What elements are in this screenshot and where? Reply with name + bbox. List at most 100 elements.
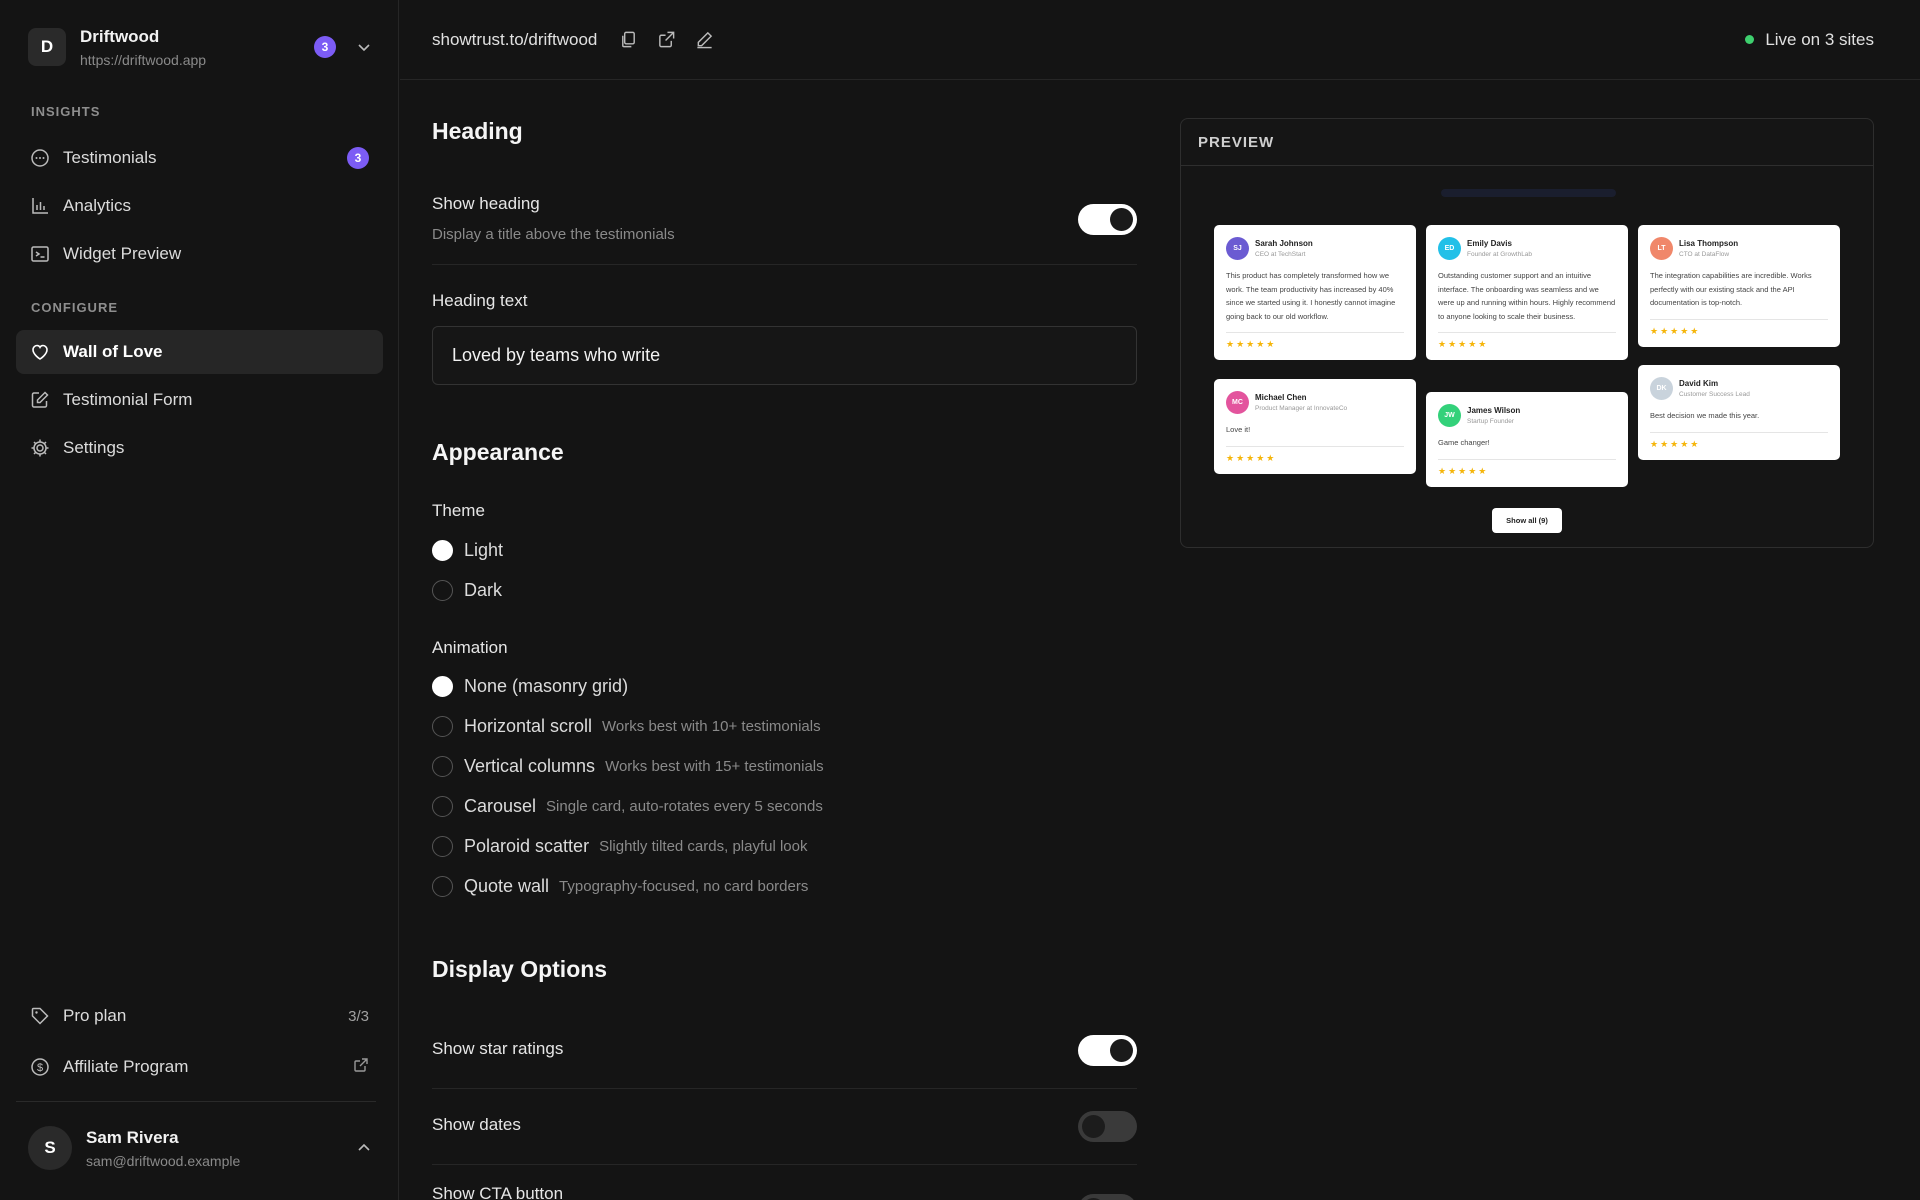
radio-label: Light <box>464 540 504 560</box>
toggle-knob <box>1110 1039 1133 1062</box>
divider <box>432 1164 1137 1165</box>
sidebar-item-widget-preview[interactable]: Widget Preview <box>16 232 383 276</box>
user-menu[interactable]: S Sam Rivera sam@driftwood.example <box>28 1124 372 1172</box>
card-divider <box>1438 458 1616 460</box>
card-text: Love it! <box>1226 425 1251 434</box>
testimonial-card: DK David Kim Customer Success Lead Best d… <box>1638 365 1840 460</box>
tag-icon <box>29 1005 51 1027</box>
testimonial-card: ED Emily Davis Founder at GrowthLab Outst… <box>1426 225 1628 360</box>
chevron-up-icon[interactable] <box>356 1140 372 1156</box>
live-status-label: Live on 3 sites <box>1765 29 1874 49</box>
radio-label: Vertical columns <box>464 756 596 776</box>
divider <box>432 264 1137 265</box>
radio[interactable] <box>432 796 453 817</box>
sidebar-item-testimonials[interactable]: Testimonials 3 <box>16 136 383 180</box>
user-email: sam@driftwood.example <box>86 1152 241 1169</box>
theme-option-dark[interactable]: Dark <box>432 580 502 601</box>
avatar: DK <box>1650 377 1673 400</box>
radio-checked[interactable] <box>432 540 453 561</box>
sidebar-item-affiliate[interactable]: $ Affiliate Program <box>16 1045 383 1089</box>
sidebar-item-wall-of-love[interactable]: Wall of Love <box>16 330 383 374</box>
show-cta-label: Show CTA button <box>432 1184 564 1200</box>
show-all-button[interactable]: Show all (9) <box>1492 508 1562 533</box>
heading-section-title: Heading <box>432 118 523 144</box>
radio[interactable] <box>432 580 453 601</box>
radio-hint: Slightly tilted cards, playful look <box>599 838 808 855</box>
external-link-icon[interactable] <box>655 29 677 51</box>
card-divider <box>1650 318 1828 320</box>
radio[interactable] <box>432 716 453 737</box>
sidebar-item-label: Testimonial Form <box>63 390 193 409</box>
sidebar-item-testimonial-form[interactable]: Testimonial Form <box>16 378 383 422</box>
animation-option-polaroid-scatter[interactable]: Polaroid scatter Slightly tilted cards, … <box>432 836 808 857</box>
heart-icon <box>29 341 51 363</box>
card-role: CEO at TechStart <box>1255 251 1306 258</box>
radio[interactable] <box>432 876 453 897</box>
card-author: James Wilson <box>1467 406 1521 415</box>
animation-option-horizontal-scroll[interactable]: Horizontal scroll Works best with 10+ te… <box>432 716 821 737</box>
sidebar-item-settings[interactable]: Settings <box>16 426 383 470</box>
sidebar-divider <box>16 1101 376 1102</box>
plan-usage: 3/3 <box>348 1007 369 1025</box>
configure-section-label: CONFIGURE <box>31 300 118 315</box>
show-heading-label: Show heading <box>432 194 540 213</box>
radio-label: Carousel <box>464 796 537 816</box>
preview-heading-placeholder <box>1441 189 1616 197</box>
theme-label: Theme <box>432 501 485 520</box>
testimonial-card: SJ Sarah Johnson CEO at TechStart This pr… <box>1214 225 1416 360</box>
show-dates-label: Show dates <box>432 1115 521 1134</box>
sidebar-item-analytics[interactable]: Analytics <box>16 184 383 228</box>
show-dates-toggle[interactable] <box>1078 1111 1137 1142</box>
copy-icon[interactable] <box>617 29 639 51</box>
show-star-ratings-toggle[interactable] <box>1078 1035 1137 1066</box>
testimonial-card: LT Lisa Thompson CTO at DataFlow The inte… <box>1638 225 1840 347</box>
testimonial-card: JW James Wilson Startup Founder Game chan… <box>1426 392 1628 487</box>
card-divider <box>1438 332 1616 333</box>
star-rating: ★★★★★ <box>1438 465 1489 476</box>
public-url[interactable]: showtrust.to/driftwood <box>432 30 597 50</box>
animation-option-carousel[interactable]: Carousel Single card, auto-rotates every… <box>432 796 823 817</box>
star-rating: ★★★★★ <box>1438 339 1489 349</box>
animation-option-none[interactable]: None (masonry grid) <box>432 676 628 697</box>
chevron-down-icon[interactable] <box>356 39 372 55</box>
sidebar-item-label: Widget Preview <box>63 244 182 263</box>
card-author: Emily Davis <box>1467 239 1512 248</box>
radio[interactable] <box>432 836 453 857</box>
heading-text-label: Heading text <box>432 291 528 310</box>
workspace-badge: 3 <box>314 36 336 58</box>
animation-option-vertical-columns[interactable]: Vertical columns Works best with 15+ tes… <box>432 756 824 777</box>
gear-icon <box>29 437 51 459</box>
animation-label: Animation <box>432 638 508 657</box>
card-author: David Kim <box>1679 379 1719 388</box>
card-divider <box>1650 431 1828 433</box>
toggle-knob <box>1110 208 1133 231</box>
heading-text-input[interactable]: Loved by teams who write <box>432 326 1137 385</box>
divider <box>432 1088 1137 1089</box>
sidebar-item-pro-plan[interactable]: Pro plan 3/3 <box>16 994 383 1038</box>
message-circle-icon <box>29 147 51 169</box>
card-author: Lisa Thompson <box>1679 239 1739 248</box>
star-rating: ★★★★★ <box>1226 339 1277 349</box>
testimonial-card: MC Michael Chen Product Manager at Innova… <box>1214 379 1416 474</box>
animation-option-quote-wall[interactable]: Quote wall Typography-focused, no card b… <box>432 876 808 897</box>
topbar: showtrust.to/driftwood Live on 3 sites <box>400 0 1920 80</box>
show-star-ratings-label: Show star ratings <box>432 1039 564 1058</box>
pencil-icon[interactable] <box>693 29 715 51</box>
radio[interactable] <box>432 756 453 777</box>
avatar: JW <box>1438 404 1461 427</box>
edit-icon <box>29 389 51 411</box>
show-heading-toggle[interactable] <box>1078 204 1137 235</box>
theme-option-light[interactable]: Light <box>432 540 503 561</box>
radio-label: Horizontal scroll <box>464 716 593 736</box>
radio-hint: Works best with 15+ testimonials <box>605 758 824 775</box>
insights-section-label: INSIGHTS <box>31 104 101 119</box>
appearance-section-title: Appearance <box>432 439 564 465</box>
bar-chart-icon <box>29 195 51 217</box>
radio-checked[interactable] <box>432 676 453 697</box>
sidebar-item-label: Wall of Love <box>63 342 163 361</box>
toggle-knob <box>1082 1115 1105 1138</box>
card-text: Outstanding customer support and an intu… <box>1438 271 1616 321</box>
show-cta-toggle[interactable] <box>1078 1194 1137 1200</box>
workspace-switcher[interactable]: D Driftwood https://driftwood.app 3 <box>28 26 372 68</box>
radio-hint: Single card, auto-rotates every 5 second… <box>546 798 823 815</box>
